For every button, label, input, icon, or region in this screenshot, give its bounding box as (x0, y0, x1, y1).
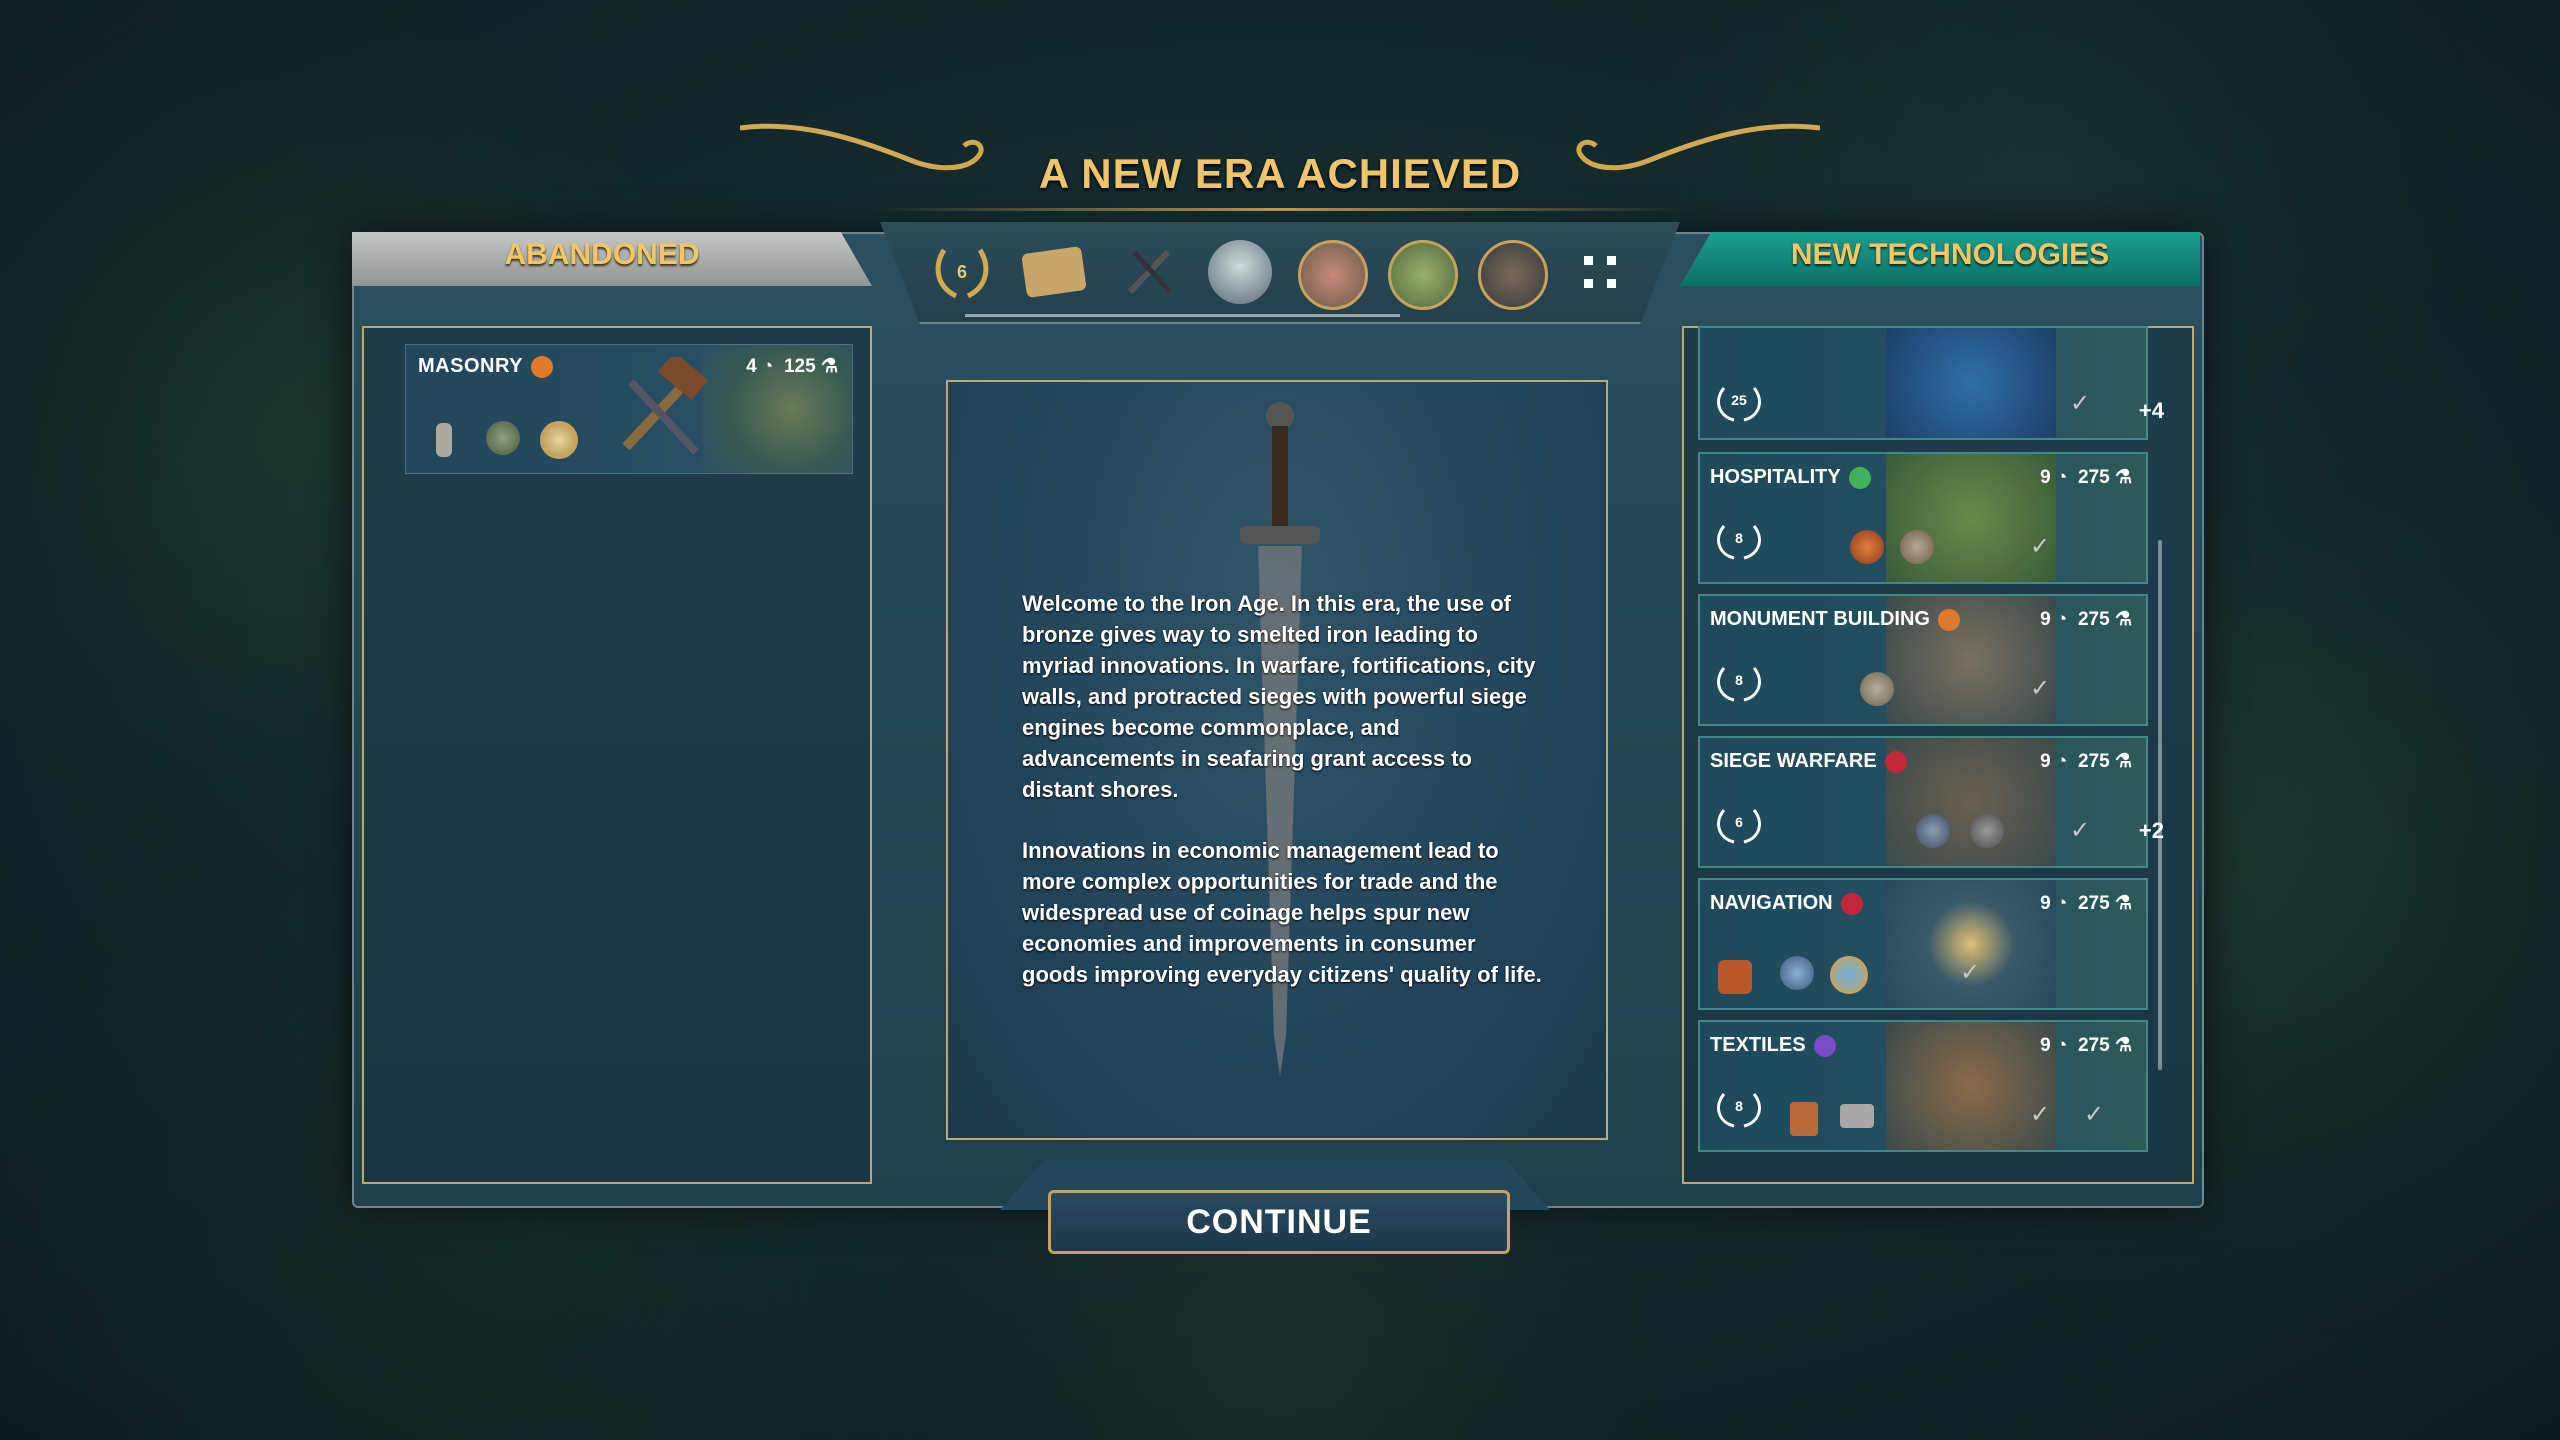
lighthouse-art (1886, 880, 2056, 1008)
page-title: A NEW ERA ACHIEVED (1038, 150, 1522, 197)
abandoned-card-masonry[interactable]: MASONRY 4 ◔ 125 ⚗ (405, 344, 853, 474)
check-icon: ✓ (2030, 533, 2051, 560)
explorer-icon (1780, 956, 1814, 990)
resource-icon (540, 421, 578, 459)
tech-name: SIEGE WARFARE (1710, 750, 1907, 773)
check-icon: ✓ (2030, 1101, 2051, 1128)
tech-card-siege-warfare[interactable]: SIEGE WARFARE 9 ◔ 275 ⚗ 6 ✓ +2 (1698, 736, 2164, 868)
description-paragraph-2: Innovations in economic management lead … (1022, 838, 1542, 987)
era-bar-underline (965, 314, 1400, 317)
district-icon (1900, 530, 1934, 564)
tech-name: TEXTILES (1710, 1034, 1836, 1057)
tools-icon[interactable] (1118, 240, 1182, 304)
tech-card-textiles[interactable]: TEXTILES 9 ◔ 275 ⚗ 8 ✓ ✓ (1698, 1020, 2148, 1152)
unit-icon (1916, 814, 1950, 848)
description-paragraph-1: Welcome to the Iron Age. In this era, th… (1022, 591, 1536, 802)
map-scroll-icon[interactable] (1021, 246, 1087, 298)
military-badge-icon (1840, 892, 1863, 915)
cauldron-icon[interactable] (1208, 240, 1272, 304)
laurel-icon: 25 (1714, 384, 1764, 424)
tech-card-seafaring[interactable]: 25 ✓ +4 (1698, 326, 2164, 440)
seafaring-art (1886, 328, 2056, 438)
tab-new-technologies-label: NEW TECHNOLOGIES (1790, 238, 2110, 271)
laurel-icon: 8 (1714, 522, 1764, 562)
tech-stats: 9 ◔ 275 ⚗ (2040, 751, 2132, 772)
tech-stats: 9 ◔ 275 ⚗ (2040, 893, 2132, 914)
worker-icon[interactable] (1478, 240, 1548, 310)
check-icon: ✓ (2070, 390, 2091, 417)
check-icon: ✓ (2030, 675, 2051, 702)
wall-icon (1970, 814, 2004, 848)
check-icon: ✓ (2084, 1101, 2105, 1128)
textiles-art (1886, 1022, 2056, 1150)
wonder-icon (1860, 672, 1894, 706)
farm-icon[interactable] (1388, 240, 1458, 310)
tech-stats: 4 ◔ 125 ⚗ (746, 356, 838, 377)
tech-name: NAVIGATION (1710, 892, 1863, 915)
tech-stats: 9 ◔ 275 ⚗ (2040, 1035, 2132, 1056)
tech-card-monument-building[interactable]: MONUMENT BUILDING 9 ◔ 275 ⚗ 8 ✓ (1698, 594, 2148, 726)
more-count: +2 (2138, 818, 2164, 843)
era-number: 6 (956, 261, 967, 282)
tech-stats: 9 ◔ 275 ⚗ (2040, 609, 2132, 630)
title-divider (875, 208, 1685, 211)
tech-name: MONUMENT BUILDING (1710, 608, 1960, 631)
laurel-icon: 6 (1714, 806, 1764, 846)
laurel-icon: 8 (1714, 664, 1764, 704)
more-count: +4 (2138, 398, 2164, 423)
tech-card-hospitality[interactable]: HOSPITALITY 9 ◔ 275 ⚗ 8 ✓ (1698, 452, 2148, 584)
tech-card-navigation[interactable]: NAVIGATION 9 ◔ 275 ⚗ ✓ (1698, 878, 2148, 1010)
book-icon (1790, 1102, 1818, 1136)
hammer-chisel-icon (622, 357, 709, 455)
tech-stats: 9 ◔ 275 ⚗ (2040, 467, 2132, 488)
unit-figure-icon (436, 423, 452, 457)
tech-name: MASONRY (418, 355, 553, 378)
wonder-icon (486, 421, 520, 455)
laurel-era-icon[interactable]: 6 (930, 240, 994, 304)
era-icon-bar (880, 222, 1680, 324)
culture-badge-icon (1813, 1034, 1836, 1057)
military-badge-icon (1884, 750, 1907, 773)
check-icon: ✓ (2070, 817, 2091, 844)
scrollbar[interactable] (2158, 540, 2162, 1070)
cart-icon (1840, 1104, 1874, 1128)
production-badge-icon (530, 355, 553, 378)
check-icon: ✓ (1960, 959, 1981, 986)
ship-icon (1718, 960, 1752, 994)
siege-art (1886, 738, 2056, 866)
tech-name: HOSPITALITY (1710, 466, 1871, 489)
tab-abandoned-label: ABANDONED (504, 238, 700, 271)
great-person-icon (1830, 956, 1868, 994)
laurel-icon: 8 (1714, 1090, 1764, 1130)
continue-button[interactable]: CONTINUE (1048, 1190, 1510, 1254)
production-badge-icon (1937, 608, 1960, 631)
era-description: Welcome to the Iron Age. In this era, th… (1022, 588, 1542, 1020)
growth-badge-icon (1848, 466, 1871, 489)
era-header: A NEW ERA ACHIEVED (700, 100, 1860, 220)
food-icon (1850, 530, 1884, 564)
expand-dots-icon[interactable] (1568, 240, 1632, 304)
building-icon[interactable] (1298, 240, 1368, 310)
